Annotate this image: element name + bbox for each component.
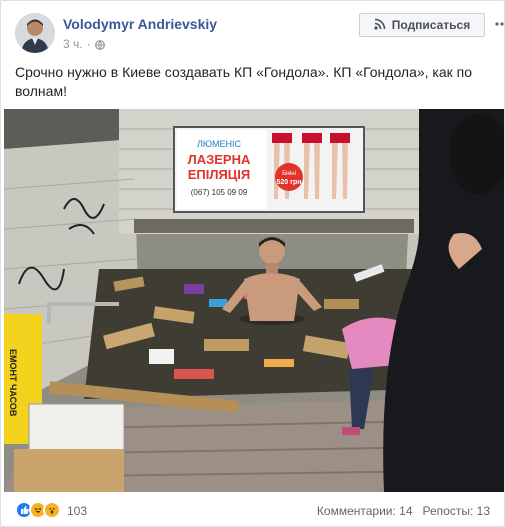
post-card: Volodymyr Andrievskiy 3 ч. · Подписаться… (0, 0, 505, 527)
subscribe-label: Подписаться (391, 18, 471, 32)
author-name[interactable]: Volodymyr Andrievskiy (63, 16, 217, 32)
ad-brand: ЛЮМЕНІС (197, 139, 241, 149)
avatar[interactable] (15, 13, 55, 53)
reaction-count[interactable]: 103 (67, 504, 87, 518)
subscribe-button[interactable]: Подписаться (359, 13, 485, 37)
globe-icon (94, 39, 105, 50)
ad-line2: ЕПІЛЯЦІЯ (188, 167, 251, 182)
post-footer: 103 Комментарии: 14 Репосты: 13 (15, 498, 490, 522)
wow-icon (43, 501, 61, 519)
ad-line1: ЛАЗЕРНА (188, 152, 251, 167)
reactions[interactable] (15, 501, 61, 519)
ad-phone: (067) 105 09 09 (191, 188, 248, 197)
ad-price: 520 грн (276, 179, 301, 186)
ad-price-label: Бікіні (282, 171, 296, 177)
comments-count[interactable]: Комментарии: 14 (317, 504, 413, 518)
post-text: Срочно нужно в Киеве создавать КП «Гондо… (15, 64, 473, 99)
post-meta: 3 ч. · (63, 37, 105, 51)
more-icon[interactable] (493, 15, 505, 33)
post-header: Volodymyr Andrievskiy 3 ч. · Подписаться (15, 13, 504, 57)
shares-count[interactable]: Репосты: 13 (423, 504, 490, 518)
rss-icon (374, 18, 386, 33)
post-stats: Комментарии: 14 Репосты: 13 (317, 504, 490, 518)
meta-separator: · (86, 37, 91, 51)
post-photo[interactable]: ЛЮМЕНІС ЛАЗЕРНА ЕПІЛЯЦІЯ (067) 105 09 09… (4, 109, 504, 492)
photo-sign: ЕМОНТ ЧАСОВ (8, 349, 18, 417)
post-time[interactable]: 3 ч. (63, 37, 83, 51)
